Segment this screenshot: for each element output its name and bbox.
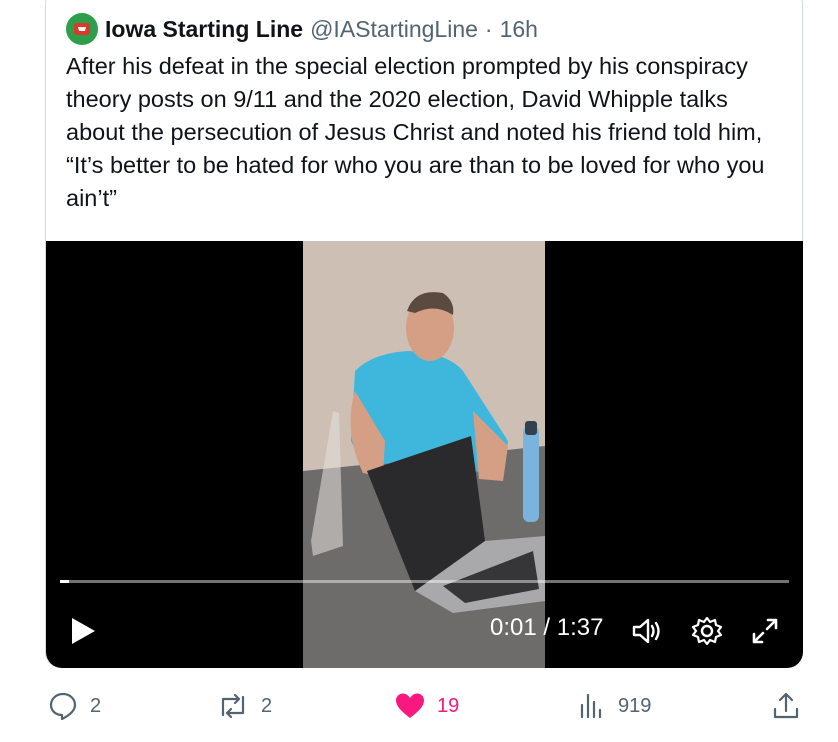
progress-bar[interactable] (60, 580, 789, 583)
view-count: 919 (618, 694, 652, 717)
separator-dot: · (484, 15, 493, 42)
video-frame-image (303, 241, 545, 668)
volume-button[interactable] (631, 615, 663, 647)
video-frame (303, 241, 545, 668)
tweet-text: After his defeat in the special election… (66, 53, 765, 211)
repost-count: 2 (261, 694, 273, 717)
play-button[interactable] (68, 616, 98, 646)
views-button[interactable]: 919 (578, 688, 651, 724)
tweet-actions: 2 2 19 919 (45, 688, 805, 724)
reply-button[interactable]: 2 (48, 688, 101, 724)
author-display-name[interactable]: Iowa Starting Line (105, 16, 303, 43)
video-player[interactable]: 0:01 / 1:37 (46, 241, 803, 668)
reply-count: 2 (90, 694, 102, 717)
share-button[interactable] (772, 688, 800, 724)
share-icon (773, 692, 799, 719)
settings-icon (691, 616, 723, 646)
like-count: 19 (437, 694, 460, 717)
tweet-header: Iowa Starting Line @IAStartingLine · 16h (66, 12, 538, 46)
views-chart-icon (580, 693, 602, 719)
fullscreen-button[interactable] (749, 615, 781, 647)
reply-icon (49, 692, 77, 721)
timestamp[interactable]: 16h (500, 16, 538, 43)
avatar[interactable] (66, 13, 98, 45)
like-button[interactable]: 19 (395, 688, 459, 724)
author-handle[interactable]: @IAStartingLine (310, 16, 478, 43)
iowa-logo-icon (74, 23, 90, 35)
progress-fill (60, 580, 69, 583)
video-time-display: 0:01 / 1:37 (490, 614, 604, 641)
repost-button[interactable]: 2 (217, 688, 272, 724)
fullscreen-icon (752, 618, 778, 644)
heart-icon (396, 693, 424, 718)
volume-icon (632, 618, 660, 644)
repost-icon (221, 693, 245, 719)
settings-button[interactable] (691, 615, 723, 647)
play-icon (72, 618, 95, 644)
